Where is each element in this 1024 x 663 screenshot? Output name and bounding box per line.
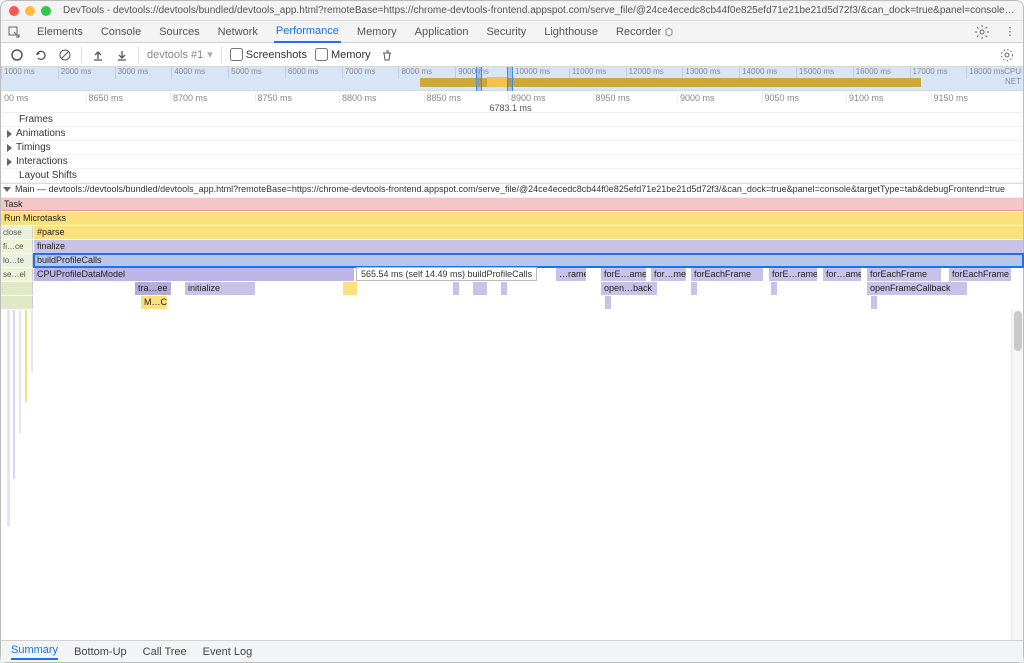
track-layout-shifts[interactable]: Layout Shifts	[1, 169, 1023, 183]
flame-empty-area[interactable]	[1, 310, 1011, 640]
tab-summary[interactable]: Summary	[11, 644, 58, 660]
flame-frame[interactable]: for…ame	[823, 268, 861, 281]
track-frames[interactable]: Frames	[1, 113, 1023, 127]
devtools-tabs: Elements Console Sources Network Perform…	[1, 21, 1023, 43]
cpu-label: CPU	[1004, 67, 1021, 77]
flame-finalize[interactable]: finalize	[34, 240, 1023, 253]
flame-frame[interactable]: forEachFrame	[949, 268, 1011, 281]
tab-sources[interactable]: Sources	[157, 22, 201, 42]
flame-cpuprofiledatamodel[interactable]: CPUProfileDataModel	[34, 268, 354, 281]
more-icon[interactable]: ⋮	[1003, 25, 1017, 39]
track-timings[interactable]: Timings	[1, 141, 1023, 155]
flame-frame[interactable]: forEachFrame	[691, 268, 763, 281]
overview-window-end[interactable]	[507, 67, 513, 91]
track-interactions[interactable]: Interactions	[1, 155, 1023, 169]
flame-frame[interactable]: …rame	[556, 268, 586, 281]
record-button[interactable]	[9, 47, 25, 63]
flame-task[interactable]: Task	[1, 198, 1023, 211]
flame-frame[interactable]: for…me	[651, 268, 686, 281]
garbage-collect-button[interactable]	[379, 47, 395, 63]
flame-openback[interactable]: open…back	[601, 282, 657, 295]
side-lote[interactable]: lo…te	[1, 254, 33, 267]
time-marker: 6783.1 ms	[490, 103, 532, 113]
memory-checkbox[interactable]: Memory	[315, 48, 371, 61]
tab-network[interactable]: Network	[216, 22, 260, 42]
details-tabs: Summary Bottom-Up Call Tree Event Log	[1, 640, 1023, 662]
load-profile-button[interactable]	[90, 47, 106, 63]
flame-initialize[interactable]: initialize	[185, 282, 255, 295]
tab-memory[interactable]: Memory	[355, 22, 399, 42]
zoom-window[interactable]	[41, 6, 51, 16]
flame-frame[interactable]: forE…ame	[601, 268, 646, 281]
track-animations[interactable]: Animations	[1, 127, 1023, 141]
time-ruler[interactable]: 00 ms8650 ms8700 ms8750 ms8800 ms8850 ms…	[1, 91, 1023, 113]
tab-recorder[interactable]: Recorder	[614, 22, 676, 42]
vertical-scrollbar[interactable]	[1011, 310, 1023, 640]
flame-parse[interactable]: #parse	[34, 226, 1023, 239]
flame-frame[interactable]: forE…rame	[769, 268, 817, 281]
track-main-header[interactable]: Main — devtools://devtools/bundled/devto…	[1, 184, 1023, 198]
settings-icon[interactable]	[975, 25, 989, 39]
timeline-overview[interactable]: 1000 ms2000 ms3000 ms4000 ms5000 ms6000 …	[1, 67, 1023, 91]
window-title: DevTools - devtools://devtools/bundled/d…	[63, 5, 1015, 16]
flame-graph[interactable]: Task Run Microtasks close #parse fi…ce f…	[1, 198, 1023, 310]
side-close[interactable]: close	[1, 226, 33, 239]
tab-application[interactable]: Application	[413, 22, 471, 42]
flame-tooltip: 565.54 ms (self 14.49 ms) buildProfileCa…	[356, 267, 537, 281]
perf-toolbar: devtools #1 ▾ Screenshots Memory	[1, 43, 1023, 67]
tab-console[interactable]: Console	[99, 22, 143, 42]
net-label: NET	[1004, 77, 1021, 87]
tab-elements[interactable]: Elements	[35, 22, 85, 42]
overview-window-start[interactable]	[476, 67, 482, 91]
close-window[interactable]	[9, 6, 19, 16]
side-fice[interactable]: fi…ce	[1, 240, 33, 253]
reload-record-button[interactable]	[33, 47, 49, 63]
flame-frame[interactable]: forEachFrame	[867, 268, 941, 281]
tab-security[interactable]: Security	[484, 22, 528, 42]
tab-call-tree[interactable]: Call Tree	[143, 646, 187, 658]
screenshots-checkbox[interactable]: Screenshots	[230, 48, 307, 61]
inspect-icon[interactable]	[7, 25, 21, 39]
flame-traee[interactable]: tra…ee	[135, 282, 171, 295]
flame-openframecallback[interactable]: openFrameCallback	[867, 282, 967, 295]
flame-buildprofilecalls-selected[interactable]: buildProfileCalls	[34, 254, 1023, 267]
side-seel[interactable]: se…el	[1, 268, 33, 281]
flame-chunk[interactable]	[343, 282, 357, 295]
save-profile-button[interactable]	[114, 47, 130, 63]
tab-bottom-up[interactable]: Bottom-Up	[74, 646, 127, 658]
profile-selector[interactable]: devtools #1 ▾	[147, 48, 213, 61]
tab-event-log[interactable]: Event Log	[203, 646, 253, 658]
flame-microtasks[interactable]: Run Microtasks	[1, 212, 1023, 225]
capture-settings-icon[interactable]	[999, 47, 1015, 63]
flame-mc[interactable]: M…C	[141, 296, 167, 309]
clear-button[interactable]	[57, 47, 73, 63]
tab-performance[interactable]: Performance	[274, 21, 341, 43]
minimize-window[interactable]	[25, 6, 35, 16]
tab-lighthouse[interactable]: Lighthouse	[542, 22, 600, 42]
